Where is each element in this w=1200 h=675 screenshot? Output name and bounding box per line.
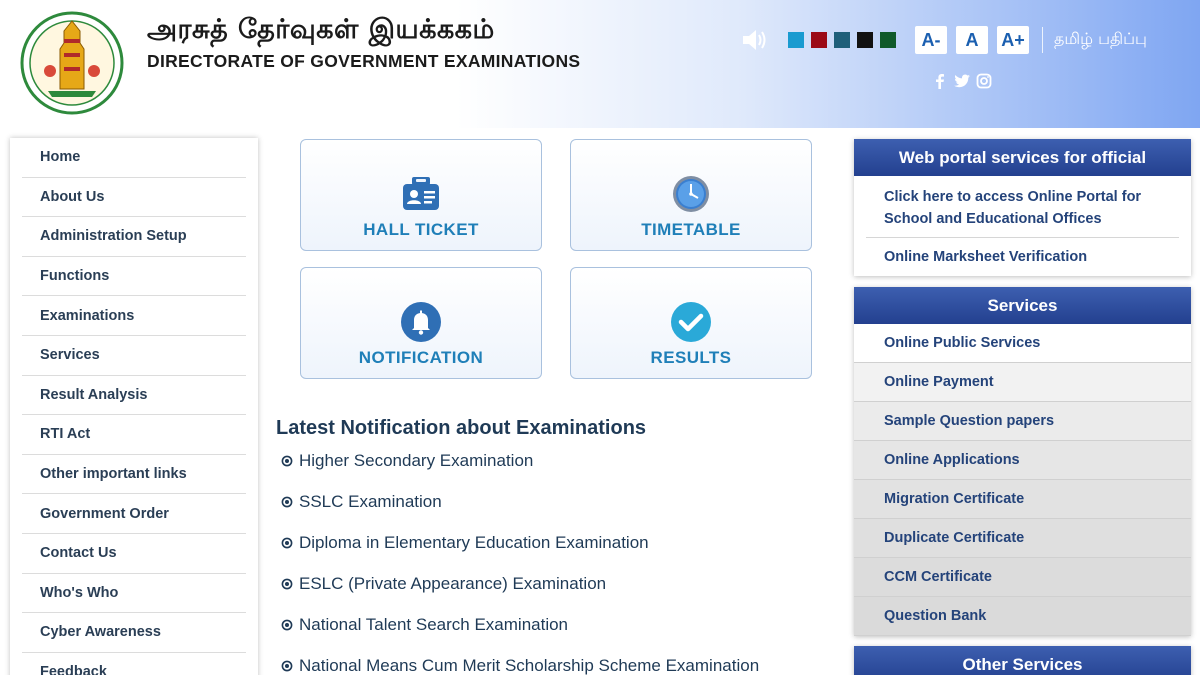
- services-panel-title: Services: [854, 287, 1191, 324]
- theme-color-swatches: [788, 32, 896, 48]
- exam-link-label: National Talent Search Examination: [299, 615, 569, 634]
- timetable-label: TIMETABLE: [641, 220, 741, 239]
- nav-item-contact-us[interactable]: Contact Us: [22, 534, 246, 574]
- theme-swatch-green[interactable]: [880, 32, 896, 48]
- font-normal-button[interactable]: A: [956, 26, 988, 54]
- id-card-icon: [403, 177, 439, 210]
- speaker-icon[interactable]: [741, 28, 769, 52]
- instagram-icon[interactable]: [975, 72, 993, 90]
- bell-icon: [401, 302, 441, 342]
- services-panel: Services Online Public Services Online P…: [854, 287, 1191, 636]
- clock-icon: [673, 176, 709, 212]
- radio-bullet-icon: [281, 455, 293, 467]
- service-link-online-public-services[interactable]: Online Public Services: [854, 324, 1191, 363]
- timetable-tile[interactable]: TIMETABLE: [570, 139, 812, 251]
- exam-link-label: SSLC Examination: [299, 492, 442, 511]
- nav-item-whos-who[interactable]: Who's Who: [22, 574, 246, 614]
- exam-link-eslc-private[interactable]: ESLC (Private Appearance) Examination: [281, 574, 606, 594]
- twitter-icon[interactable]: [953, 72, 971, 90]
- header-divider: [1042, 27, 1043, 53]
- service-link-sample-question-papers[interactable]: Sample Question papers: [854, 402, 1191, 441]
- radio-bullet-icon: [281, 578, 293, 590]
- online-marksheet-verification-link[interactable]: Online Marksheet Verification: [866, 238, 1179, 276]
- service-link-online-applications[interactable]: Online Applications: [854, 441, 1191, 480]
- radio-bullet-icon: [281, 496, 293, 508]
- notification-tile[interactable]: NOTIFICATION: [300, 267, 542, 379]
- site-title-english: DIRECTORATE OF GOVERNMENT EXAMINATIONS: [147, 51, 581, 71]
- latest-notifications-heading: Latest Notification about Examinations: [276, 417, 647, 439]
- font-increase-button[interactable]: A+: [997, 26, 1029, 54]
- checkmark-circle-icon: [671, 302, 711, 342]
- facebook-icon[interactable]: [931, 72, 949, 90]
- exam-link-national-talent-search[interactable]: National Talent Search Examination: [281, 615, 568, 635]
- exam-link-sslc[interactable]: SSLC Examination: [281, 492, 442, 512]
- theme-swatch-black[interactable]: [857, 32, 873, 48]
- exam-link-label: Diploma in Elementary Education Examinat…: [299, 533, 649, 552]
- nav-item-examinations[interactable]: Examinations: [22, 296, 246, 336]
- results-tile[interactable]: RESULTS: [570, 267, 812, 379]
- left-sidebar-nav: Home About Us Administration Setup Funct…: [10, 138, 258, 675]
- language-toggle-link[interactable]: தமிழ் பதிப்பு: [1054, 29, 1147, 50]
- nav-item-functions[interactable]: Functions: [22, 257, 246, 297]
- exam-link-label: National Means Cum Merit Scholarship Sch…: [299, 656, 760, 675]
- service-link-online-payment[interactable]: Online Payment: [854, 363, 1191, 402]
- service-link-ccm-certificate[interactable]: CCM Certificate: [854, 558, 1191, 597]
- hall-ticket-label: HALL TICKET: [363, 220, 479, 239]
- nav-item-services[interactable]: Services: [22, 336, 246, 376]
- theme-swatch-cyan[interactable]: [788, 32, 804, 48]
- online-portal-link[interactable]: Click here to access Online Portal for S…: [866, 176, 1179, 238]
- site-title-tamil: அரசுத் தேர்வுகள் இயக்ககம்: [147, 14, 495, 45]
- nav-item-government-order[interactable]: Government Order: [22, 494, 246, 534]
- nav-item-rti-act[interactable]: RTI Act: [22, 415, 246, 455]
- theme-swatch-maroon[interactable]: [811, 32, 827, 48]
- results-label: RESULTS: [650, 348, 732, 367]
- exam-link-label: Higher Secondary Examination: [299, 451, 534, 470]
- exam-link-nmms[interactable]: National Means Cum Merit Scholarship Sch…: [281, 656, 759, 675]
- service-link-duplicate-certificate[interactable]: Duplicate Certificate: [854, 519, 1191, 558]
- hall-ticket-tile[interactable]: HALL TICKET: [300, 139, 542, 251]
- theme-swatch-teal[interactable]: [834, 32, 850, 48]
- nav-item-home[interactable]: Home: [22, 138, 246, 178]
- nav-item-result-analysis[interactable]: Result Analysis: [22, 376, 246, 416]
- other-services-panel-title: Other Services: [854, 646, 1191, 675]
- radio-bullet-icon: [281, 660, 293, 672]
- service-link-question-bank[interactable]: Question Bank: [854, 597, 1191, 636]
- service-link-migration-certificate[interactable]: Migration Certificate: [854, 480, 1191, 519]
- font-decrease-button[interactable]: A-: [915, 26, 947, 54]
- nav-item-feedback[interactable]: Feedback: [22, 653, 246, 675]
- nav-item-cyber-awareness[interactable]: Cyber Awareness: [22, 613, 246, 653]
- nav-item-about-us[interactable]: About Us: [22, 178, 246, 218]
- radio-bullet-icon: [281, 537, 293, 549]
- exam-link-diploma-elementary-education[interactable]: Diploma in Elementary Education Examinat…: [281, 533, 649, 553]
- other-services-panel: Other Services: [854, 646, 1191, 675]
- nav-item-administration-setup[interactable]: Administration Setup: [22, 217, 246, 257]
- exam-link-label: ESLC (Private Appearance) Examination: [299, 574, 607, 593]
- nav-item-other-important-links[interactable]: Other important links: [22, 455, 246, 495]
- web-portal-panel: Web portal services for official Click h…: [854, 139, 1191, 276]
- notification-label: NOTIFICATION: [358, 348, 484, 367]
- tamil-nadu-emblem-logo[interactable]: [20, 9, 124, 117]
- radio-bullet-icon: [281, 619, 293, 631]
- exam-link-higher-secondary[interactable]: Higher Secondary Examination: [281, 451, 533, 471]
- social-links: [931, 72, 993, 90]
- web-portal-panel-title: Web portal services for official: [854, 139, 1191, 176]
- site-header: அரசுத் தேர்வுகள் இயக்ககம் DIRECTORATE OF…: [0, 0, 1200, 128]
